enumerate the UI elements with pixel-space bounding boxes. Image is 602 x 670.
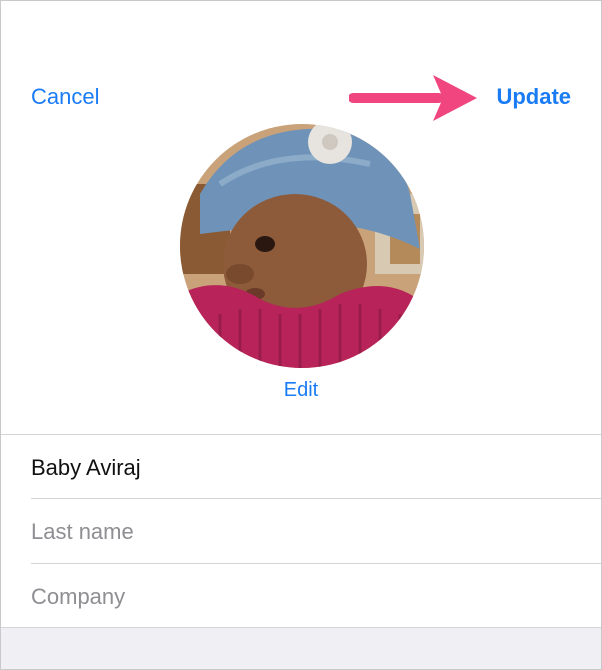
- contact-photo-image: [180, 124, 424, 368]
- separator: [31, 498, 601, 499]
- separator: [31, 563, 601, 564]
- edit-photo-button[interactable]: Edit: [1, 379, 601, 402]
- contact-photo[interactable]: [180, 124, 424, 368]
- last-name-field[interactable]: [31, 512, 581, 552]
- update-button[interactable]: Update: [496, 84, 571, 110]
- edit-contact-screen: Cancel Update Edit: [0, 0, 602, 670]
- annotation-arrow-icon: [349, 75, 477, 121]
- first-name-field[interactable]: [31, 448, 581, 488]
- company-field[interactable]: [31, 577, 581, 617]
- separator: [1, 434, 601, 435]
- cancel-button[interactable]: Cancel: [31, 84, 99, 110]
- bottom-section-background: [1, 628, 601, 669]
